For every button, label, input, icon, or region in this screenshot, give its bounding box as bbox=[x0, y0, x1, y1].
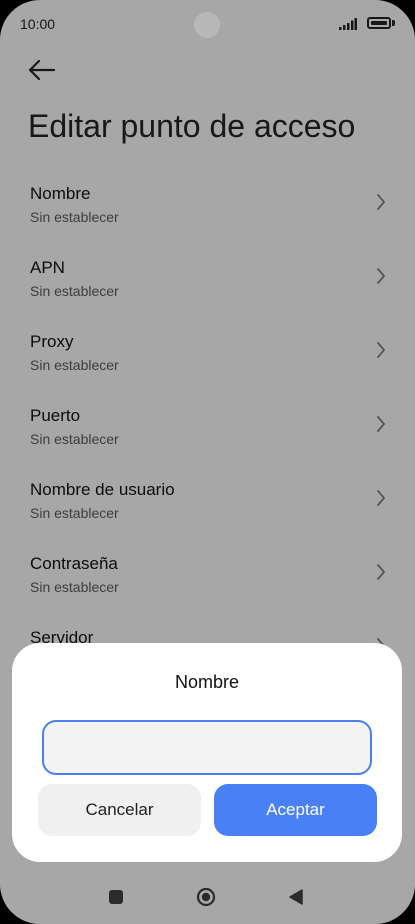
accept-button[interactable]: Aceptar bbox=[214, 784, 377, 836]
name-input[interactable] bbox=[42, 720, 372, 775]
navigation-bar bbox=[0, 872, 415, 924]
recents-square-icon[interactable] bbox=[109, 890, 123, 904]
phone-screen: 10:00 Editar punto de acceso Nombre Sin … bbox=[0, 0, 415, 924]
back-triangle-icon[interactable] bbox=[288, 888, 304, 906]
cancel-button[interactable]: Cancelar bbox=[38, 784, 201, 836]
dialog-title: Nombre bbox=[174, 672, 240, 692]
home-circle-icon[interactable] bbox=[196, 887, 216, 907]
name-dialog: Nombre Cancelar Aceptar bbox=[12, 643, 402, 862]
